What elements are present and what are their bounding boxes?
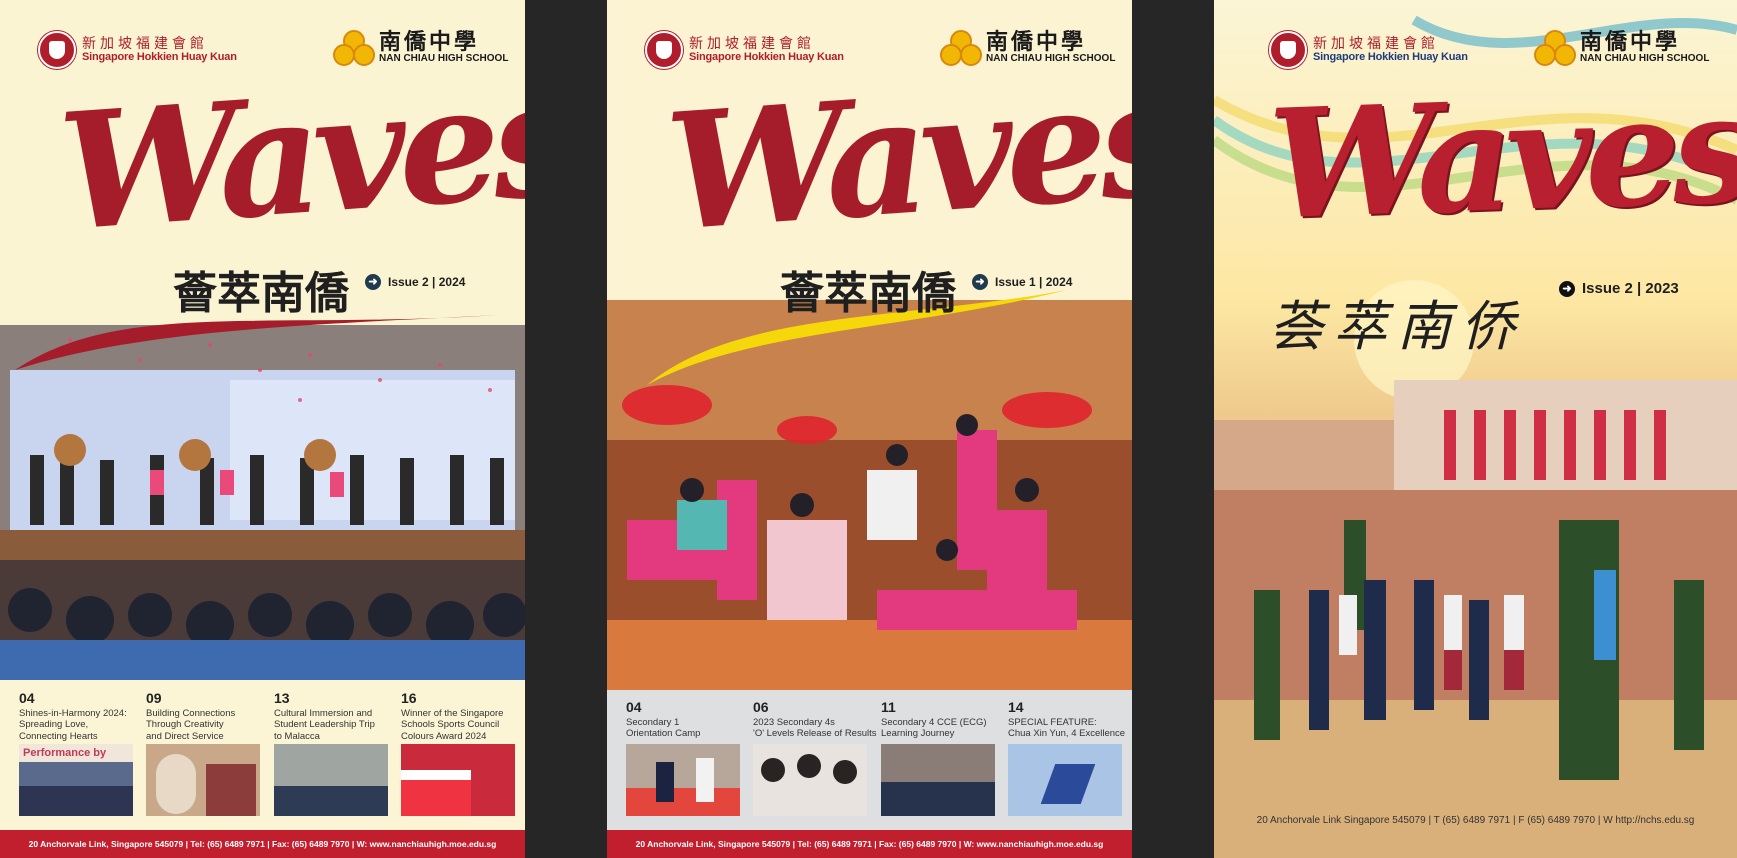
toc-thumbnail[interactable]	[626, 744, 740, 816]
magazine-title: Waves	[54, 43, 525, 267]
nan-chiau-logo: 南僑中學 NAN CHIAU HIGH SCHOOL	[1534, 30, 1709, 66]
toc-item[interactable]: 04 Shines-in-Harmony 2024: Spreading Lov…	[19, 690, 134, 742]
publisher-cn: 新加坡福建會館	[82, 35, 208, 52]
subtitle-cn: 荟萃南侨	[1269, 295, 1525, 358]
toc-page-number: 16	[401, 690, 417, 706]
toc-page-number: 09	[146, 690, 162, 706]
toc-title: 2023 Secondary 4s 'O' Levels Release of …	[753, 717, 877, 740]
toc-thumbnail[interactable]	[753, 744, 867, 816]
footer-address: 20 Anchorvale Link Singapore 545079 | T …	[1256, 815, 1695, 826]
arrow-right-icon: ➜	[972, 274, 988, 290]
toc-item[interactable]: 06 2023 Secondary 4s 'O' Levels Release …	[753, 699, 878, 740]
toc-item[interactable]: 14 SPECIAL FEATURE: Chua Xin Yun, 4 Exce…	[1008, 699, 1128, 740]
footer-address: 20 Anchorvale Link, Singapore 545079 | T…	[607, 830, 1132, 858]
subtitle-cn: 薈萃南僑	[780, 268, 956, 319]
rings-emblem-icon	[1534, 30, 1576, 66]
toc-item[interactable]: 13 Cultural Immersion and Student Leader…	[274, 690, 389, 742]
ship-emblem-icon	[645, 31, 683, 69]
toc-title: Shines-in-Harmony 2024: Spreading Love, …	[19, 708, 127, 742]
cover-issue-2-2024[interactable]: 新加坡福建會館 Singapore Hokkien Huay Kuan 南僑中學…	[0, 0, 525, 858]
issue-label: ➜ Issue 1 | 2024	[972, 274, 1072, 290]
magazine-title: Waves	[661, 43, 1132, 267]
toc-thumbnail[interactable]	[146, 744, 260, 816]
divider-left	[525, 0, 607, 858]
toc-item[interactable]: 09 Building Connections Through Creativi…	[146, 690, 261, 742]
subtitle-cn: 薈萃南僑	[173, 268, 349, 319]
toc-thumbnail[interactable]: Performance by	[19, 744, 133, 816]
hokkien-huay-kuan-logo: 新加坡福建會館 Singapore Hokkien Huay Kuan	[38, 31, 237, 69]
ship-emblem-icon	[1269, 31, 1307, 69]
arrow-right-icon: ➜	[365, 274, 381, 290]
issue-text: Issue 1 | 2024	[995, 275, 1073, 289]
toc-thumbnail[interactable]	[881, 744, 995, 816]
toc-page-number: 04	[626, 699, 642, 715]
school-cn: 南僑中學	[1580, 29, 1681, 56]
arrow-right-icon: ➜	[1559, 280, 1575, 297]
publisher-en: Singapore Hokkien Huay Kuan	[82, 50, 237, 63]
hokkien-huay-kuan-logo: 新加坡福建會館 Singapore Hokkien Huay Kuan	[645, 31, 844, 69]
toc-title: Cultural Immersion and Student Leadershi…	[274, 708, 375, 742]
toc-page-number: 04	[19, 690, 35, 706]
publisher-cn: 新加坡福建會館	[1313, 35, 1439, 52]
toc-title: Secondary 4 CCE (ECG) Learning Journey	[881, 717, 987, 740]
toc-item[interactable]: 11 Secondary 4 CCE (ECG) Learning Journe…	[881, 699, 1001, 740]
ship-emblem-icon	[38, 31, 76, 69]
toc-title: Building Connections Through Creativity …	[146, 708, 236, 742]
issue-label: ➜ Issue 2 | 2024	[365, 274, 465, 290]
thumbnail-caption: Performance by	[19, 744, 133, 762]
cover-issue-2-2023[interactable]: 新加坡福建會館 Singapore Hokkien Huay Kuan 南僑中學…	[1214, 0, 1737, 858]
divider-right	[1132, 0, 1214, 858]
toc-page-number: 14	[1008, 699, 1024, 715]
issue-label: ➜ Issue 2 | 2023	[1559, 280, 1679, 297]
toc-page-number: 13	[274, 690, 290, 706]
toc-item[interactable]: 04 Secondary 1 Orientation Camp	[626, 699, 746, 740]
toc-title: Winner of the Singapore Schools Sports C…	[401, 708, 504, 742]
toc-thumbnail[interactable]	[401, 744, 515, 816]
toc-title: Secondary 1 Orientation Camp	[626, 717, 701, 740]
toc-title: SPECIAL FEATURE: Chua Xin Yun, 4 Excelle…	[1008, 717, 1126, 740]
footer-address: 20 Anchorvale Link, Singapore 545079 | T…	[0, 830, 525, 858]
issue-text: Issue 2 | 2023	[1582, 280, 1679, 297]
issue-text: Issue 2 | 2024	[388, 275, 466, 289]
publisher-en: Singapore Hokkien Huay Kuan	[689, 50, 844, 63]
toc-item[interactable]: 16 Winner of the Singapore Schools Sport…	[401, 690, 516, 742]
toc-thumbnail[interactable]	[274, 744, 388, 816]
hokkien-huay-kuan-logo: 新加坡福建會館 Singapore Hokkien Huay Kuan	[1269, 31, 1468, 69]
toc-page-number: 06	[753, 699, 769, 715]
toc-thumbnail[interactable]	[1008, 744, 1122, 816]
publisher-cn: 新加坡福建會館	[689, 35, 815, 52]
toc-page-number: 11	[881, 699, 896, 715]
publisher-en: Singapore Hokkien Huay Kuan	[1313, 50, 1468, 63]
magazine-title: Waves	[1266, 60, 1737, 254]
cover-issue-1-2024[interactable]: 新加坡福建會館 Singapore Hokkien Huay Kuan 南僑中學…	[607, 0, 1132, 858]
